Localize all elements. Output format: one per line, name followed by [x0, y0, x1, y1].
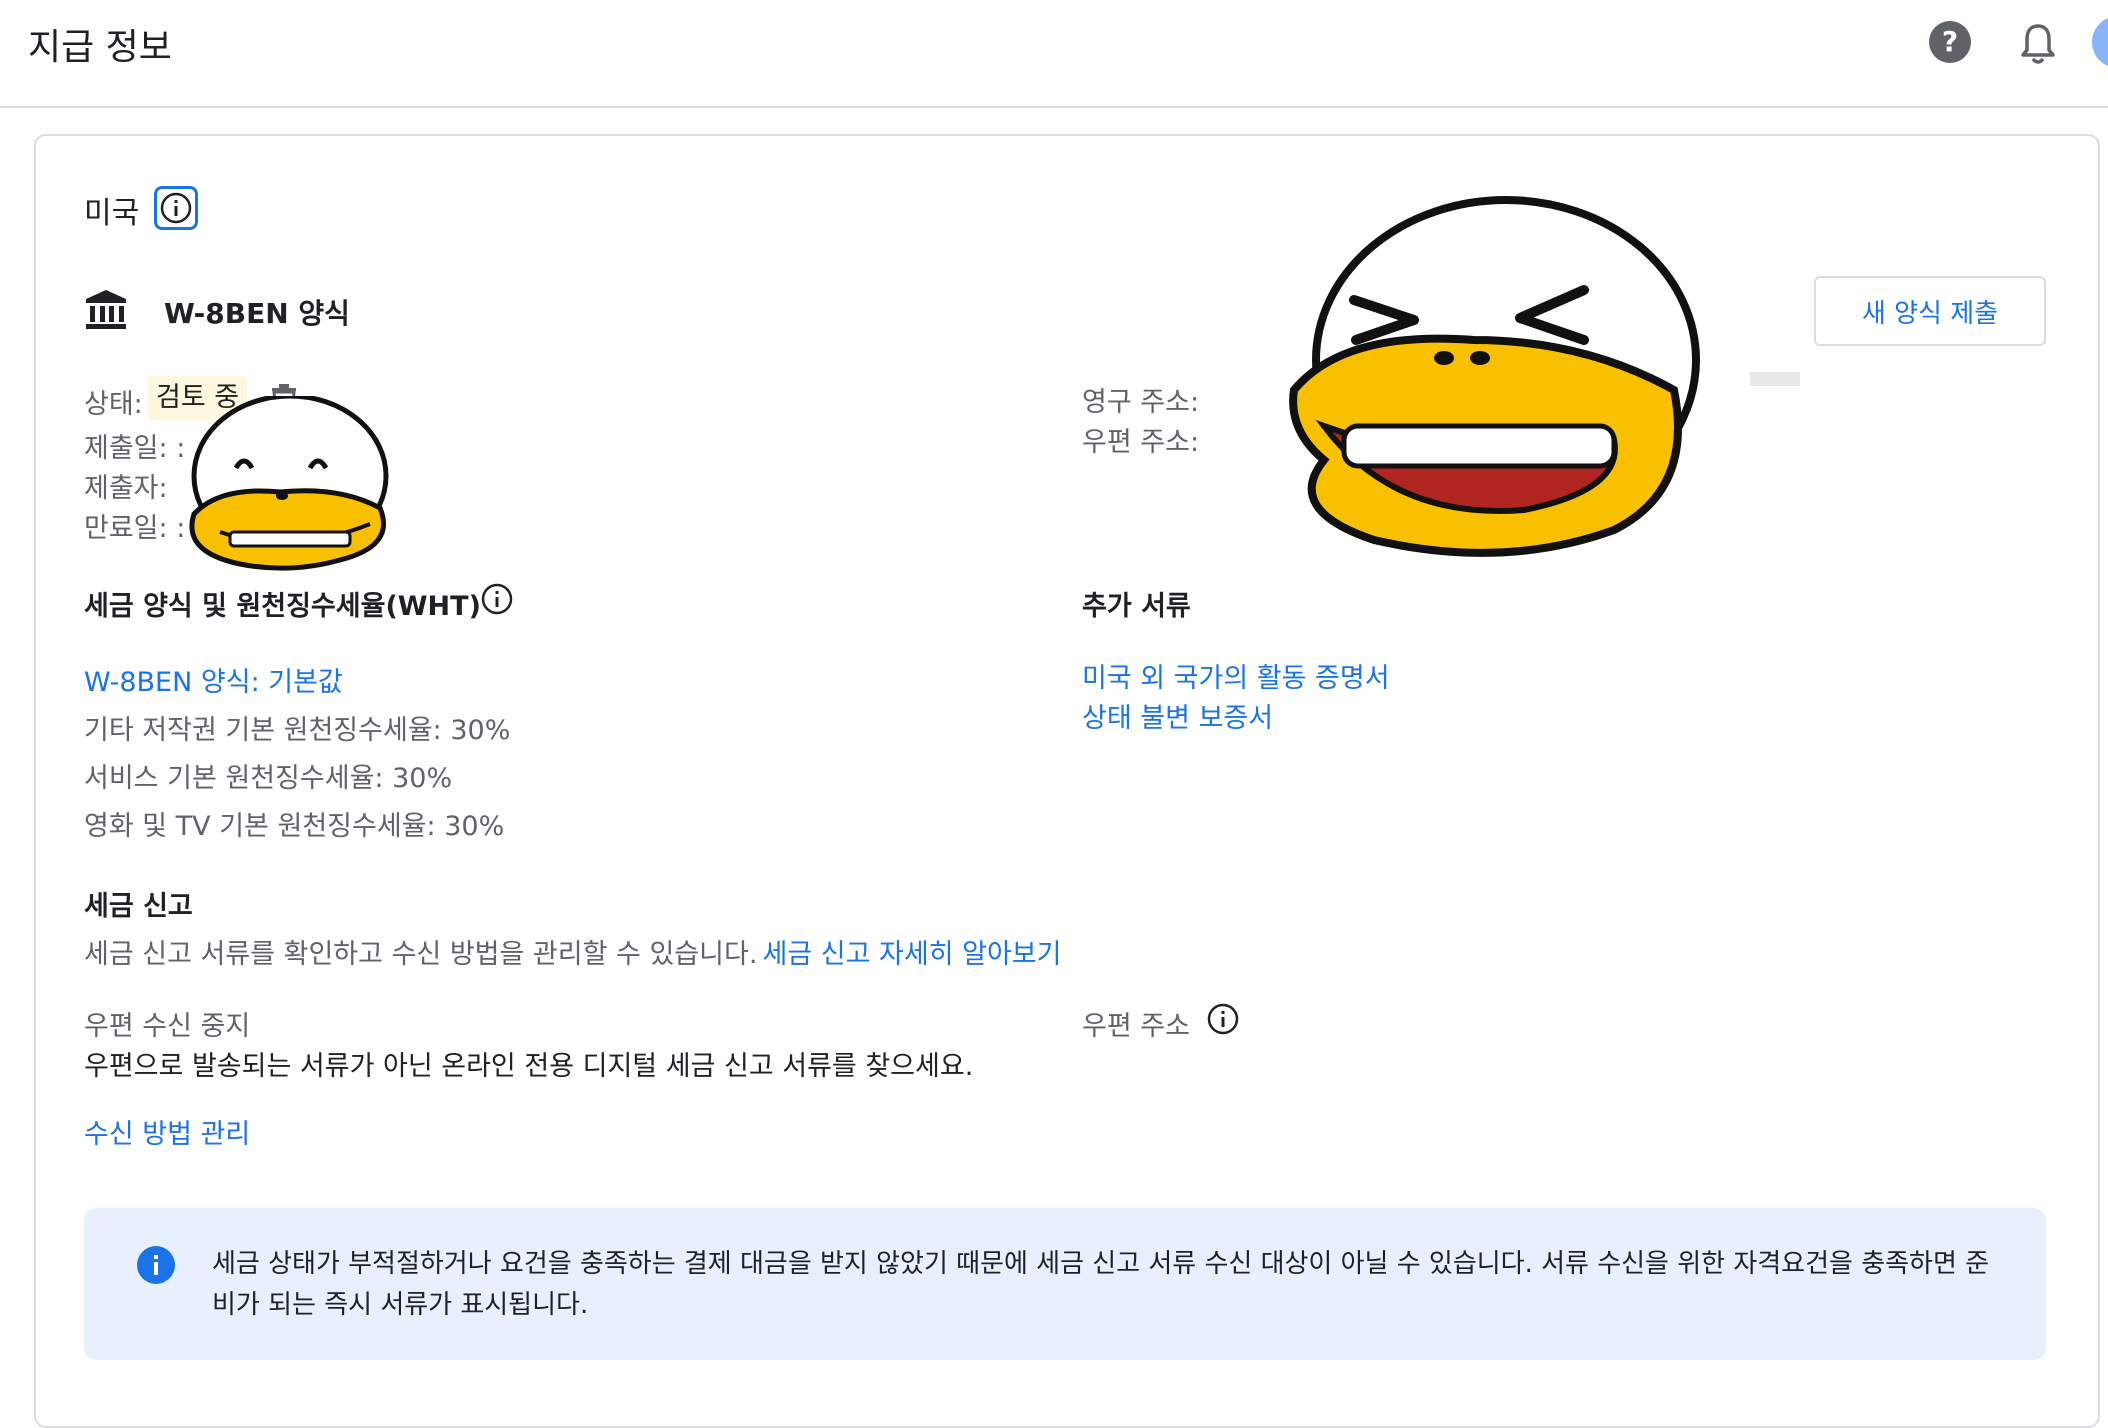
- w8ben-default-link[interactable]: W-8BEN 양식: 기본값: [84, 660, 343, 699]
- bank-icon: [86, 290, 126, 329]
- page-title: 지급 정보: [28, 27, 172, 68]
- mail-address-info-icon[interactable]: [1206, 1002, 1240, 1036]
- duck-sticker-large: [1289, 196, 1700, 557]
- tax-filing-description-row: 세금 신고 서류를 확인하고 수신 방법을 관리할 수 있습니다. 세금 신고 …: [84, 932, 1062, 971]
- notice-text: 세금 상태가 부적절하거나 요건을 충족하는 결제 대금을 받지 않았기 때문에…: [212, 1249, 1990, 1320]
- tax-filing-description: 세금 신고 서류를 확인하고 수신 방법을 관리할 수 있습니다.: [84, 939, 758, 970]
- mail-address-label: 우편 주소: [1082, 1011, 1190, 1042]
- info-filled-icon: [137, 1246, 175, 1284]
- submitter-label: 제출자:: [84, 473, 168, 504]
- mail-stop-text: 우편으로 발송되는 서류가 아닌 온라인 전용 디지털 세금 신고 서류를 찾으…: [84, 1051, 974, 1082]
- duck-sticker-small: [189, 396, 389, 571]
- country-label: 미국: [84, 196, 140, 231]
- wht-rate-film-tv: 영화 및 TV 기본 원천징수세율: 30%: [84, 811, 505, 842]
- wht-rate-royalties: 기타 저작권 기본 원천징수세율: 30%: [84, 715, 511, 746]
- status-label: 상태:: [84, 389, 143, 420]
- submitted-date-label: 제출일: :: [84, 433, 186, 464]
- bell-icon[interactable]: [2018, 22, 2058, 66]
- info-icon: [160, 192, 192, 224]
- top-header: [0, 0, 2108, 108]
- submit-new-form-button[interactable]: 새 양식 제출: [1814, 276, 2046, 346]
- form-name: W-8BEN 양식: [164, 297, 350, 330]
- extra-docs-title: 추가 서류: [1082, 591, 1191, 622]
- svg-text:?: ?: [1942, 25, 1958, 58]
- foreign-activity-certificate-link[interactable]: 미국 외 국가의 활동 증명서: [1082, 656, 1390, 695]
- wht-info-icon[interactable]: [480, 582, 514, 616]
- redacted-block: [1750, 372, 1800, 386]
- status-unchanged-certificate-link[interactable]: 상태 불변 보증서: [1082, 696, 1273, 735]
- wht-rate-services: 서비스 기본 원천징수세율: 30%: [84, 763, 453, 794]
- manage-delivery-link[interactable]: 수신 방법 관리: [84, 1112, 250, 1151]
- permanent-address-label: 영구 주소:: [1082, 387, 1200, 418]
- help-icon[interactable]: ?: [1928, 20, 1972, 64]
- tax-forms-title: 세금 양식 및 원천징수세율(WHT): [84, 591, 481, 622]
- mailing-address-label: 우편 주소:: [1082, 427, 1200, 458]
- country-info-button[interactable]: [154, 186, 198, 230]
- tax-filing-learn-more-link[interactable]: 세금 신고 자세히 알아보기: [763, 939, 1062, 970]
- mail-stop-label: 우편 수신 중지: [84, 1011, 251, 1042]
- expiry-date-label: 만료일: :: [84, 513, 186, 544]
- tax-filing-title: 세금 신고: [84, 891, 193, 922]
